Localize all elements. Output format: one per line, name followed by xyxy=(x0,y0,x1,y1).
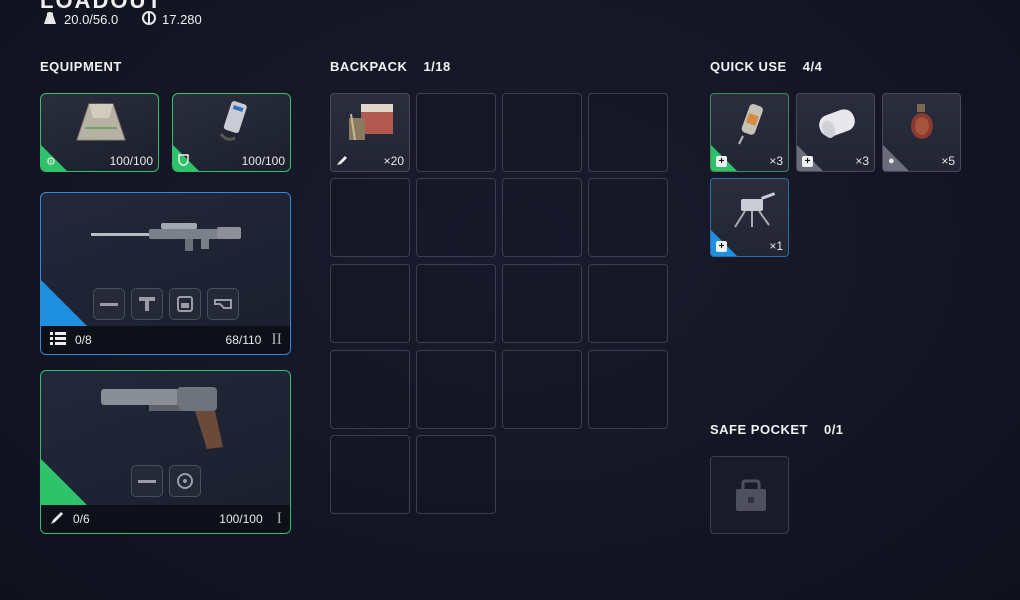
backpack-slot-1[interactable]: ×20 xyxy=(330,93,410,172)
backpack-slot-16[interactable] xyxy=(588,350,668,429)
barrel-attachment-slot[interactable] xyxy=(131,465,163,497)
bandage-icon xyxy=(819,109,855,138)
quick-use-slot-1[interactable]: + ×3 xyxy=(710,93,789,172)
primary-weapon-slot[interactable]: 0/8 68/110 II xyxy=(40,192,291,355)
backpack-item-qty: ×20 xyxy=(383,154,404,168)
lock-icon xyxy=(736,479,766,511)
backpack-slot-12[interactable] xyxy=(588,264,668,343)
equipment-heading: EQUIPMENT xyxy=(40,59,122,74)
throwable-icon: ● xyxy=(888,155,895,167)
primary-durability: 68/110 xyxy=(225,333,262,347)
quick-use-heading: QUICK USE 4/4 xyxy=(710,59,823,74)
backpack-slot-7[interactable] xyxy=(502,178,582,257)
quick-use-1-qty: ×3 xyxy=(769,154,783,168)
shield-item-icon xyxy=(219,101,247,141)
quick-use-slot-2[interactable]: + ×3 xyxy=(796,93,875,172)
underbarrel-attachment-slot[interactable] xyxy=(131,288,163,320)
augment-durability: 100/100 xyxy=(109,154,153,168)
backpack-slot-10[interactable] xyxy=(416,264,496,343)
backpack-slot-13[interactable] xyxy=(330,350,410,429)
magazine-attachment-slot[interactable] xyxy=(169,288,201,320)
augment-type-icon: ⚙ xyxy=(46,155,56,168)
heal-icon: + xyxy=(716,155,727,167)
primary-ammo: 0/8 xyxy=(75,333,92,347)
currency-value: 17.280 xyxy=(162,12,202,27)
backpack-slot-3[interactable] xyxy=(502,93,582,172)
ammo-type-icon xyxy=(336,154,348,169)
quick-use-slot-4[interactable]: + ×1 xyxy=(710,178,789,257)
secondary-ammo: 0/6 xyxy=(73,512,90,526)
backpack-slot-6[interactable] xyxy=(416,178,496,257)
muzzle-attachment-slot[interactable] xyxy=(93,288,125,320)
currency-stat: 17.280 xyxy=(142,11,202,28)
ammo-icon xyxy=(49,331,67,350)
safe-pocket-slot[interactable] xyxy=(710,456,789,534)
backpack-slot-11[interactable] xyxy=(502,264,582,343)
backpack-slot-4[interactable] xyxy=(588,93,668,172)
backpack-slot-17[interactable] xyxy=(330,435,410,514)
bag-icon xyxy=(42,11,58,28)
weight-stat: 20.0/56.0 xyxy=(42,11,118,28)
weight-value: 20.0/56.0 xyxy=(64,12,119,27)
secondary-weapon-slot[interactable]: 0/6 100/100 I xyxy=(40,370,291,534)
stock-attachment-slot[interactable] xyxy=(207,288,239,320)
coin-icon xyxy=(142,11,156,28)
pencil-icon xyxy=(49,510,65,529)
quick-use-slot-3[interactable]: ● ×5 xyxy=(882,93,961,172)
sight-attachment-slot[interactable] xyxy=(169,465,201,497)
revolver-icon xyxy=(101,387,223,449)
injector-icon xyxy=(738,104,763,145)
backpack-slot-9[interactable] xyxy=(330,264,410,343)
backpack-slot-15[interactable] xyxy=(502,350,582,429)
primary-tier: II xyxy=(271,331,282,348)
heal-icon: + xyxy=(802,155,813,167)
safe-pocket-count: 0/1 xyxy=(823,422,844,437)
primary-weapon-footer: 0/8 68/110 II xyxy=(41,326,290,354)
turret-icon xyxy=(734,192,776,228)
backpack-slot-14[interactable] xyxy=(416,350,496,429)
backpack-slot-18[interactable] xyxy=(416,435,496,514)
secondary-tier: I xyxy=(276,510,282,527)
safe-pocket-heading: SAFE POCKET 0/1 xyxy=(710,422,844,437)
backpack-slot-2[interactable] xyxy=(416,93,496,172)
sniper-rifle-icon xyxy=(91,223,241,251)
quick-use-count: 4/4 xyxy=(802,59,823,74)
quick-use-4-qty: ×1 xyxy=(769,239,783,253)
backpack-slot-5[interactable] xyxy=(330,178,410,257)
quick-use-3-qty: ×5 xyxy=(941,154,955,168)
augment-icon xyxy=(76,103,126,141)
augment-slot[interactable]: ⚙ 100/100 xyxy=(40,93,159,172)
shield-icon xyxy=(178,153,189,169)
grenade-icon xyxy=(911,104,933,139)
secondary-weapon-footer: 0/6 100/100 I xyxy=(41,505,290,533)
secondary-durability: 100/100 xyxy=(219,512,263,526)
backpack-count: 1/18 xyxy=(423,59,451,74)
quick-use-2-qty: ×3 xyxy=(855,154,869,168)
shield-durability: 100/100 xyxy=(241,154,285,168)
ammo-crate-icon xyxy=(349,104,393,141)
shield-slot[interactable]: 100/100 xyxy=(172,93,291,172)
backpack-heading: BACKPACK 1/18 xyxy=(330,59,451,74)
backpack-slot-8[interactable] xyxy=(588,178,668,257)
deploy-icon: + xyxy=(716,240,727,252)
